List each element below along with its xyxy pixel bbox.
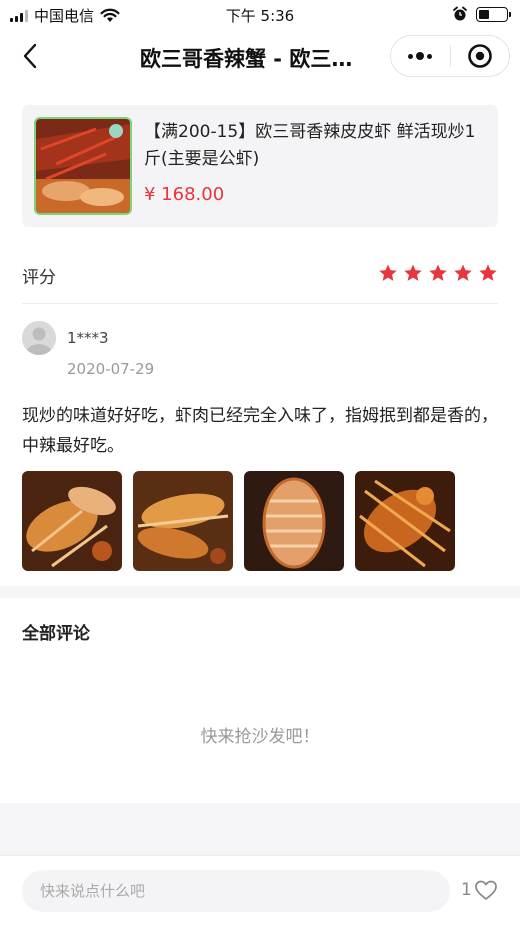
bottom-bar: 1 [0, 855, 520, 925]
footer-band [0, 803, 520, 855]
review-photos [22, 471, 455, 571]
more-button[interactable] [391, 36, 450, 76]
star-icon [379, 264, 397, 281]
rating-label: 评分 [22, 268, 56, 288]
star-icon [479, 264, 497, 281]
product-thumbnail [34, 117, 132, 215]
product-title: 【满200-15】欧三哥香辣皮皮虾 鲜活现炒1斤(主要是公虾) [144, 122, 476, 169]
avatar[interactable] [22, 321, 56, 355]
empty-comments-text: 快来抢沙发吧！ [200, 727, 320, 747]
user-icon [22, 321, 56, 355]
review-text: 现炒的味道好好吃，虾肉已经完全入味了，指姆抿到都是香的，中辣最好吃。 [22, 406, 498, 456]
close-mini-program-button[interactable] [451, 36, 510, 76]
review-photo[interactable] [22, 471, 122, 571]
status-time: 下午 5:36 [225, 7, 295, 25]
chevron-left-icon [23, 43, 37, 69]
nav-bar: 欧三哥香辣蟹 - 欧三… [0, 30, 520, 82]
back-button[interactable] [16, 42, 44, 70]
status-right [452, 6, 511, 22]
review-username: 1***3 [67, 329, 109, 347]
star-icon [454, 264, 472, 281]
shrimp-photo-icon [244, 471, 344, 571]
page-title: 欧三哥香辣蟹 - 欧三… [140, 47, 353, 71]
shrimp-photo-icon [133, 471, 233, 571]
review-date: 2020-07-29 [67, 360, 155, 378]
alarm-icon [453, 6, 467, 21]
rating-stars [378, 263, 498, 283]
comment-input[interactable] [22, 870, 450, 912]
more-icon [408, 52, 433, 60]
product-price: ¥ 168.00 [144, 184, 225, 205]
status-bar: 中国电信 下午 5:36 [0, 0, 520, 30]
mini-program-capsule [390, 35, 510, 77]
like-count: 1 [461, 880, 472, 900]
shrimp-photo-icon [355, 471, 455, 571]
all-comments-title: 全部评论 [22, 624, 90, 644]
shrimp-photo-icon [22, 471, 122, 571]
heart-icon[interactable] [474, 878, 498, 902]
star-icon [429, 264, 447, 281]
product-photo-icon [36, 119, 130, 213]
star-icon [404, 264, 422, 281]
review-photo[interactable] [355, 471, 455, 571]
product-card[interactable]: 【满200-15】欧三哥香辣皮皮虾 鲜活现炒1斤(主要是公虾) ¥ 168.00 [22, 105, 498, 227]
rating-row: 评分 [22, 256, 498, 294]
battery-icon [476, 6, 511, 22]
section-separator [0, 586, 520, 598]
divider [22, 303, 498, 304]
target-icon [467, 44, 492, 68]
review-photo[interactable] [133, 471, 233, 571]
review-photo[interactable] [244, 471, 344, 571]
